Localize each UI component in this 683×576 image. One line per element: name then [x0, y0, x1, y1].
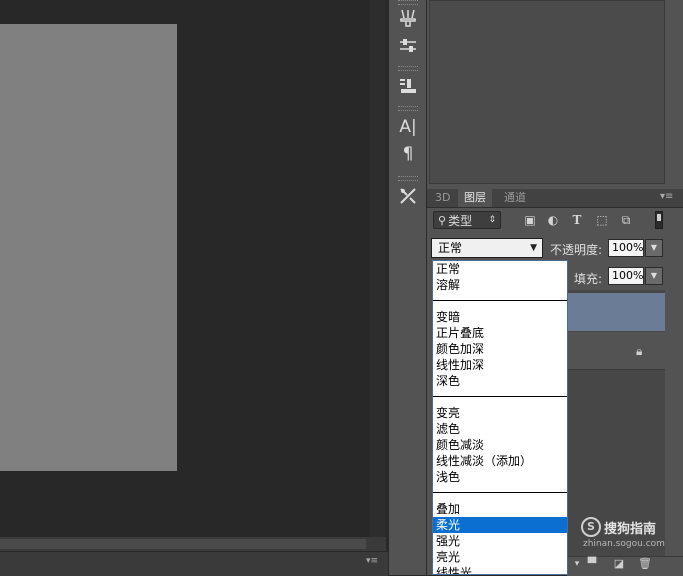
- watermark-text: 搜狗指南: [604, 522, 657, 537]
- blend-option[interactable]: 正常: [433, 261, 567, 277]
- chevron-down-icon: ▼: [530, 243, 537, 253]
- search-icon: ⚲: [438, 213, 447, 227]
- chevron-down-icon[interactable]: ▾: [570, 557, 584, 571]
- chevron-updown-icon: ⇕: [488, 215, 496, 225]
- tool-presets-icon[interactable]: [395, 184, 421, 208]
- blend-option[interactable]: 变亮: [433, 405, 567, 421]
- paragraph-icon[interactable]: ¶: [395, 142, 421, 166]
- strip-grip[interactable]: [398, 176, 418, 181]
- blend-mode-dropdown-list[interactable]: 正常 溶解 变暗 正片叠底 颜色加深 线性加深 深色 变亮 滤色 颜色减淡 线性…: [432, 260, 568, 575]
- status-menu-icon[interactable]: ▾≡: [366, 556, 378, 566]
- blend-mode-select[interactable]: 正常 ▼: [431, 238, 543, 258]
- tab-3d[interactable]: 3D: [429, 189, 456, 207]
- blend-mode-current: 正常: [438, 241, 463, 255]
- strip-grip[interactable]: [398, 0, 418, 5]
- folder-icon[interactable]: ▀: [585, 557, 599, 571]
- blend-option-selected[interactable]: 柔光: [433, 517, 567, 533]
- opacity-input[interactable]: 100%: [608, 239, 644, 257]
- opacity-label: 不透明度:: [550, 243, 603, 257]
- strip-grip[interactable]: [398, 66, 418, 71]
- blend-option[interactable]: 亮光: [433, 549, 567, 565]
- layer-row-background[interactable]: [567, 332, 665, 370]
- adjustments-icon[interactable]: [395, 34, 421, 58]
- blend-option[interactable]: 线性光: [433, 565, 567, 574]
- canvas-horizontal-scroll-thumb[interactable]: [0, 539, 366, 549]
- blend-option[interactable]: 变暗: [433, 309, 567, 325]
- opacity-slider-button[interactable]: ▼: [645, 239, 663, 257]
- strip-grip[interactable]: [398, 106, 418, 111]
- panel-menu-icon[interactable]: ▾≡: [660, 191, 673, 202]
- layers-scrollbar[interactable]: [665, 290, 681, 556]
- tab-channels[interactable]: 通道: [498, 189, 532, 207]
- layer-filter-select[interactable]: ⚲ 类型 ⇕: [433, 211, 501, 229]
- upper-panel-scrollbar[interactable]: [665, 0, 681, 184]
- upper-panel: [429, 0, 665, 184]
- trash-icon[interactable]: 🗑︎: [638, 557, 652, 571]
- dropdown-divider: [433, 300, 567, 301]
- filter-toggle-switch[interactable]: [655, 211, 663, 229]
- blend-option[interactable]: 颜色减淡: [433, 437, 567, 453]
- blend-option[interactable]: 线性减淡（添加）: [433, 453, 567, 469]
- tab-layers[interactable]: 图层: [458, 189, 492, 207]
- brush-presets-icon[interactable]: [395, 6, 421, 30]
- document-canvas[interactable]: [0, 24, 177, 471]
- fill-slider-button[interactable]: ▼: [645, 267, 663, 285]
- canvas-vertical-scrollbar[interactable]: [370, 0, 386, 537]
- blend-option[interactable]: 溶解: [433, 277, 567, 293]
- watermark-url: zhinan.sogou.com: [583, 539, 665, 549]
- image-filter-icon[interactable]: ▣: [522, 212, 538, 228]
- blend-option[interactable]: 滤色: [433, 421, 567, 437]
- fill-label: 填充:: [574, 272, 603, 286]
- blend-option[interactable]: 浅色: [433, 469, 567, 485]
- layer-row-selected[interactable]: [567, 293, 665, 331]
- lock-icon: 🔒︎: [636, 344, 643, 358]
- dropdown-divider: [433, 492, 567, 493]
- adjustment-filter-icon[interactable]: ◐: [545, 212, 561, 228]
- dropdown-divider: [433, 396, 567, 397]
- clone-source-icon[interactable]: [395, 74, 421, 98]
- blend-option[interactable]: 线性加深: [433, 357, 567, 373]
- smart-object-filter-icon[interactable]: ⧉: [618, 212, 634, 228]
- fill-input[interactable]: 100%: [608, 267, 644, 285]
- blend-option[interactable]: 正片叠底: [433, 325, 567, 341]
- sogou-logo-icon: S: [581, 517, 601, 537]
- status-bar: [0, 551, 388, 576]
- panel-icon-strip: A| ¶: [388, 0, 427, 575]
- shape-filter-icon[interactable]: ⬚: [594, 212, 610, 228]
- new-layer-icon[interactable]: ◪: [612, 557, 626, 571]
- type-filter-icon[interactable]: T: [569, 212, 585, 228]
- blend-option[interactable]: 叠加: [433, 501, 567, 517]
- layer-filter-label: 类型: [448, 213, 473, 228]
- blend-option[interactable]: 颜色加深: [433, 341, 567, 357]
- character-icon[interactable]: A|: [395, 115, 421, 139]
- blend-option[interactable]: 强光: [433, 533, 567, 549]
- blend-option[interactable]: 深色: [433, 373, 567, 389]
